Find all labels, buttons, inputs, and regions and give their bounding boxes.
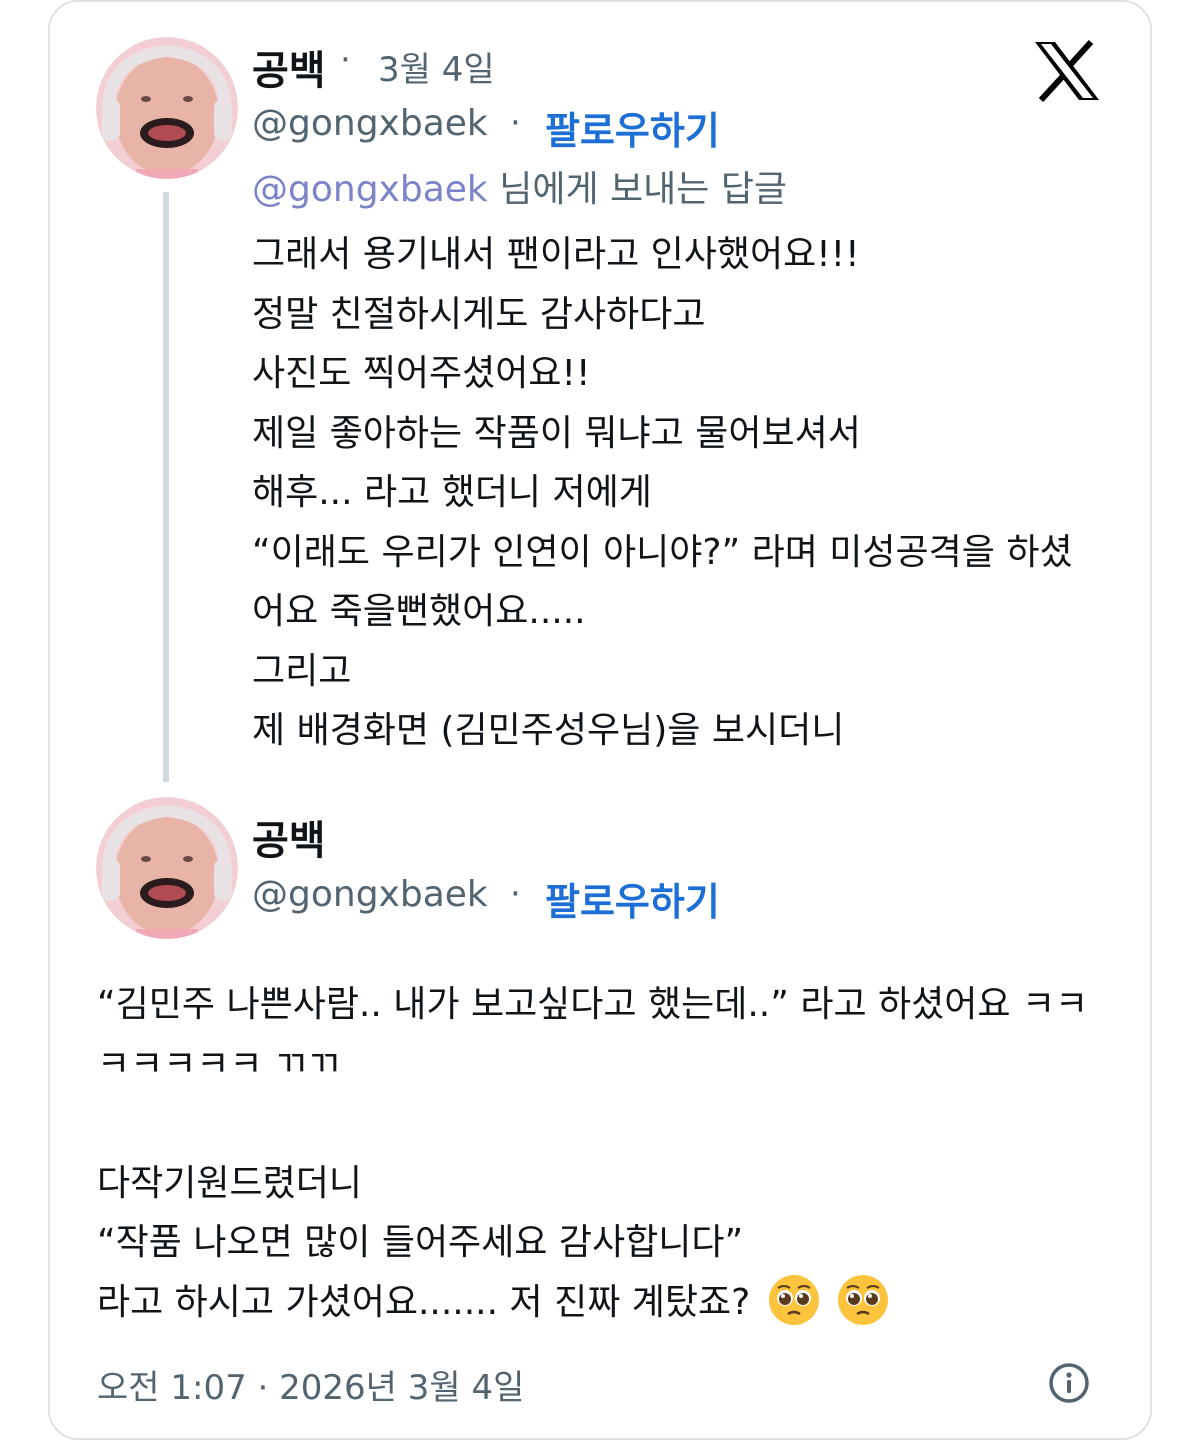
thread-line <box>163 192 169 782</box>
separator-dot: · <box>510 103 521 143</box>
text-line: “작품 나오면 많이 들어주세요 감사합니다” <box>97 1222 744 1263</box>
text-line-with-emoji: 라고 하시고 가셨어요....... 저 진짜 계탔죠? <box>97 1273 1088 1333</box>
replying-to-suffix: 님에게 보내는 답글 <box>487 169 788 210</box>
avatar[interactable] <box>96 797 238 939</box>
text-line: 제 배경화면 (김민주성우님)을 보시더니 <box>252 710 845 751</box>
text-line: “이래도 우리가 인연이 아니야?” 라며 미성공격을 하셨 <box>252 531 1073 573</box>
text-line: 그래서 용기내서 팬이라고 인사했어요!!! <box>252 234 860 275</box>
text-line: 다작기원드렸더니 <box>97 1162 362 1204</box>
text-line: 라고 하시고 가셨어요....... 저 진짜 계탔죠? <box>97 1281 751 1323</box>
x-logo-icon[interactable] <box>1033 40 1101 102</box>
reply-tweet-text: 그래서 용기내서 팬이라고 인사했어요!!! 정말 친절하시게도 감사하다고 사… <box>252 225 1073 761</box>
author-handle[interactable]: @gongxbaek <box>252 103 488 144</box>
text-line: 어요 죽을뻔했어요..... <box>252 591 586 632</box>
tweet-timestamp[interactable]: 오전 1:07 · 2026년 3월 4일 <box>97 1360 524 1409</box>
text-line: 사진도 찍어주셨어요!! <box>252 353 591 394</box>
pleading-face-emoji <box>838 1274 889 1325</box>
text-line: 정말 친절하시게도 감사하다고 <box>252 293 706 335</box>
author-name[interactable]: 공백 <box>252 808 326 866</box>
text-line: 해후... 라고 했더니 저에게 <box>252 472 652 513</box>
text-line: ㅋㅋㅋㅋㅋ ㄲㄲ <box>97 1043 341 1085</box>
replying-to: @gongxbaek 님에게 보내는 답글 <box>252 160 787 212</box>
text-line: 그리고 <box>252 650 352 692</box>
follow-button[interactable]: 팔로우하기 <box>545 100 720 155</box>
tweet-date[interactable]: 3월 4일 <box>378 42 495 91</box>
author-name[interactable]: 공백 <box>252 38 326 96</box>
main-tweet-text: “김민주 나쁜사람.. 내가 보고싶다고 했는데..” 라고 하셨어요 ㅋㅋ ㅋ… <box>97 975 1088 1332</box>
separator-dot: · <box>510 874 521 914</box>
text-line: “김민주 나쁜사람.. 내가 보고싶다고 했는데..” 라고 하셨어요 ㅋㅋ <box>97 984 1089 1025</box>
pleading-face-emoji <box>768 1274 819 1325</box>
follow-button[interactable]: 팔로우하기 <box>545 871 720 926</box>
info-icon[interactable] <box>1048 1362 1090 1404</box>
avatar[interactable] <box>96 37 238 179</box>
author-handle[interactable]: @gongxbaek <box>252 874 488 915</box>
separator-dot: · <box>340 40 351 80</box>
text-line: 제일 좋아하는 작품이 뭐냐고 물어보셔서 <box>252 412 861 454</box>
replying-to-handle[interactable]: @gongxbaek <box>252 169 488 210</box>
